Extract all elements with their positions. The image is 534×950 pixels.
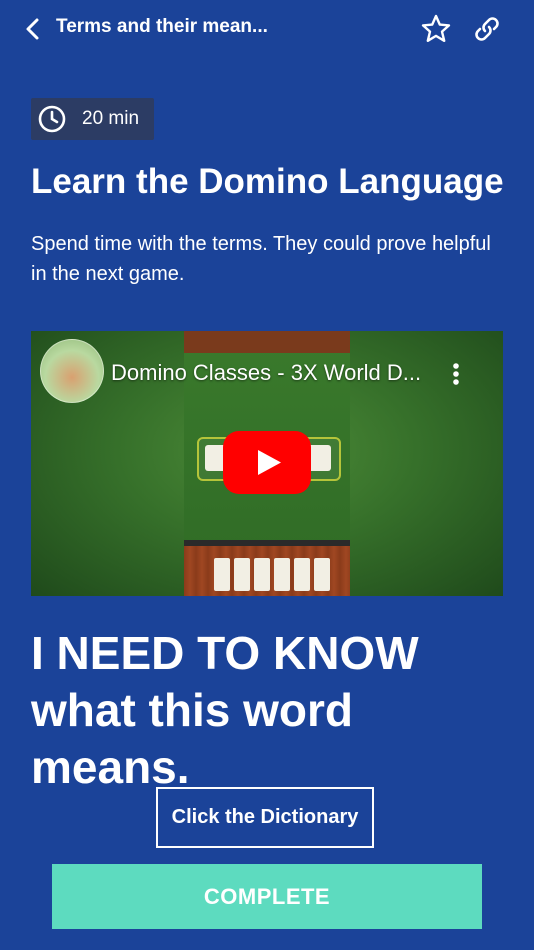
complete-button[interactable]: COMPLETE [52,864,482,929]
page-title: Terms and their mean... [56,16,268,37]
video-title[interactable]: Domino Classes - 3X World D... [111,360,426,386]
domino-tile [214,558,230,591]
channel-avatar[interactable] [40,339,104,403]
domino-tile [254,558,270,591]
favorite-button[interactable] [419,12,453,46]
duration-badge: 20 min [31,98,154,140]
domino-tile [314,558,330,591]
dictionary-button[interactable]: Click the Dictionary [156,787,374,848]
link-icon [475,17,499,41]
app-header: Terms and their mean... [0,0,534,58]
lesson-description: Spend time with the terms. They could pr… [31,233,491,285]
back-button[interactable] [18,14,48,44]
prompt-text: I NEED TO KNOW what this word means. [31,627,419,793]
duration-label: 20 min [82,108,140,129]
lesson-title: Learn the Domino Language [31,162,504,201]
domino-tile [234,558,250,591]
play-button[interactable] [223,431,311,494]
clock-icon [37,104,67,134]
domino-tile [274,558,290,591]
video-thumbnail-topbar [184,331,350,353]
star-outline-icon [421,14,451,42]
video-player[interactable]: Domino Classes - 3X World D... [31,331,503,596]
more-vertical-icon [453,363,459,385]
share-link-button[interactable] [470,12,504,46]
video-menu-button[interactable] [441,359,471,389]
youtube-play-icon [223,431,311,494]
chevron-left-icon [26,18,39,40]
domino-tile [294,558,310,591]
